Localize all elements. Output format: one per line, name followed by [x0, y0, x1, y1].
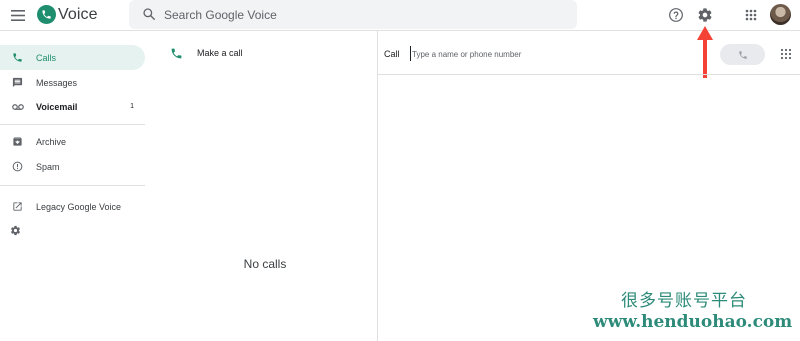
sidebar-item-messages[interactable]: Messages [0, 70, 145, 95]
watermark-text: 很多号账号平台 [621, 291, 747, 311]
voicemail-count-badge: 1 [130, 103, 134, 110]
sidebar-divider [0, 185, 145, 186]
sidebar-item-label: Spam [36, 161, 60, 172]
search-icon[interactable] [142, 7, 156, 21]
sidebar-item-calls[interactable]: Calls [0, 45, 145, 70]
sidebar-item-label: Archive [36, 136, 67, 147]
top-app-bar: Voice [0, 0, 800, 31]
sidebar-item-archive[interactable]: Archive [0, 129, 145, 154]
avatar[interactable] [770, 4, 791, 25]
voice-logo-icon[interactable] [37, 5, 56, 24]
phone-icon [11, 51, 24, 64]
archive-icon [11, 135, 24, 148]
call-button[interactable] [720, 44, 765, 65]
sidebar-item-spam[interactable]: Spam [0, 154, 145, 179]
call-label: Call [384, 49, 400, 59]
sidebar-divider [0, 124, 145, 125]
sidebar-nav: Calls Messages Voicemail 1 Archive Spam … [0, 31, 153, 341]
watermark-url: www.henduohao.com [593, 312, 793, 332]
sidebar-item-label: Legacy Google Voice [36, 201, 122, 212]
open-external-icon [11, 200, 24, 213]
make-a-call-button[interactable]: Make a call [153, 31, 377, 75]
search-bar[interactable] [129, 0, 577, 29]
settings-icon[interactable] [696, 6, 714, 24]
empty-state-text: No calls [243, 257, 287, 271]
sidebar-item-label: Messages [36, 77, 78, 88]
help-icon[interactable] [667, 6, 685, 24]
spam-icon [11, 160, 24, 173]
phone-number-input[interactable] [412, 44, 712, 64]
sidebar-item-legacy-google-voice[interactable]: Legacy Google Voice [0, 194, 145, 219]
call-list-panel: Make a call No calls [153, 31, 377, 341]
apps-grid-icon[interactable] [742, 6, 760, 24]
sidebar-item-voicemail[interactable]: Voicemail 1 [0, 94, 145, 119]
phone-icon [738, 50, 747, 59]
app-title: Voice [58, 6, 98, 23]
dialer-header: Call [378, 31, 800, 75]
search-input[interactable] [164, 0, 564, 29]
voicemail-icon [11, 100, 24, 113]
dialpad-icon[interactable] [780, 48, 792, 60]
menu-icon[interactable] [8, 6, 28, 24]
make-a-call-label: Make a call [197, 48, 243, 58]
message-icon [11, 76, 24, 89]
text-cursor [410, 46, 411, 61]
sidebar-item-label: Calls [36, 52, 57, 63]
sidebar-item-label: Voicemail [36, 101, 78, 112]
phone-icon [171, 48, 182, 58]
sidebar-settings-icon[interactable] [10, 225, 21, 236]
